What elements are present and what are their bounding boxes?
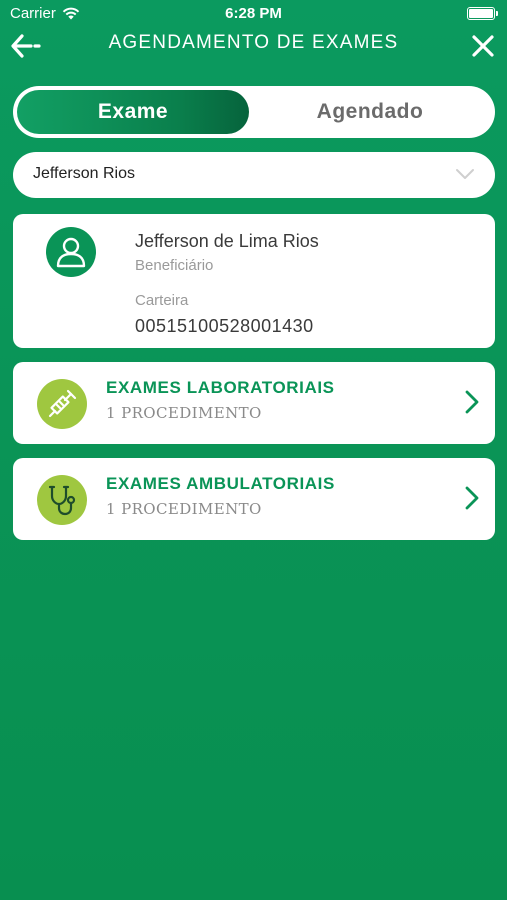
exam-title: EXAMES AMBULATORIAIS bbox=[106, 474, 335, 493]
card-number: 00515100528001430 bbox=[135, 316, 314, 336]
chevron-right-icon bbox=[465, 390, 479, 414]
status-time: 6:28 PM bbox=[225, 5, 282, 22]
user-icon bbox=[56, 237, 86, 268]
card-number-label: Carteira bbox=[135, 292, 189, 309]
syringe-icon bbox=[48, 389, 77, 418]
status-bar: Carrier 6:28 PM bbox=[0, 0, 507, 28]
exam-item-ambulatoriais[interactable]: EXAMES AMBULATORIAIS 1 PROCEDIMENTO bbox=[13, 458, 495, 540]
exam-title: EXAMES LABORATORIAIS bbox=[106, 378, 335, 397]
stethoscope-icon bbox=[48, 485, 76, 516]
avatar bbox=[46, 227, 96, 277]
beneficiary-role: Beneficiário bbox=[135, 257, 214, 274]
close-icon bbox=[472, 35, 494, 57]
beneficiary-name: Jefferson de Lima Rios bbox=[135, 231, 319, 251]
exam-subtitle: 1 PROCEDIMENTO bbox=[106, 500, 262, 518]
close-button[interactable] bbox=[469, 32, 497, 60]
exam-icon-circle bbox=[37, 475, 87, 525]
exam-icon-circle bbox=[37, 379, 87, 429]
chevron-right-icon bbox=[465, 486, 479, 510]
battery-icon bbox=[467, 7, 498, 20]
nav-bar: AGENDAMENTO DE EXAMES bbox=[0, 26, 507, 68]
chevron-down-icon bbox=[456, 169, 474, 179]
tab-switcher: Exame Agendado bbox=[13, 86, 495, 138]
beneficiary-select-value: Jefferson Rios bbox=[33, 165, 135, 182]
beneficiary-select[interactable]: Jefferson Rios bbox=[13, 152, 495, 198]
tab-agendado[interactable]: Agendado bbox=[249, 90, 491, 134]
exam-item-laboratoriais[interactable]: EXAMES LABORATORIAIS 1 PROCEDIMENTO bbox=[13, 362, 495, 444]
tab-exame[interactable]: Exame bbox=[17, 90, 249, 134]
beneficiary-card: Jefferson de Lima Rios Beneficiário Cart… bbox=[13, 214, 495, 348]
page-title: AGENDAMENTO DE EXAMES bbox=[108, 32, 399, 53]
exam-subtitle: 1 PROCEDIMENTO bbox=[106, 404, 262, 422]
